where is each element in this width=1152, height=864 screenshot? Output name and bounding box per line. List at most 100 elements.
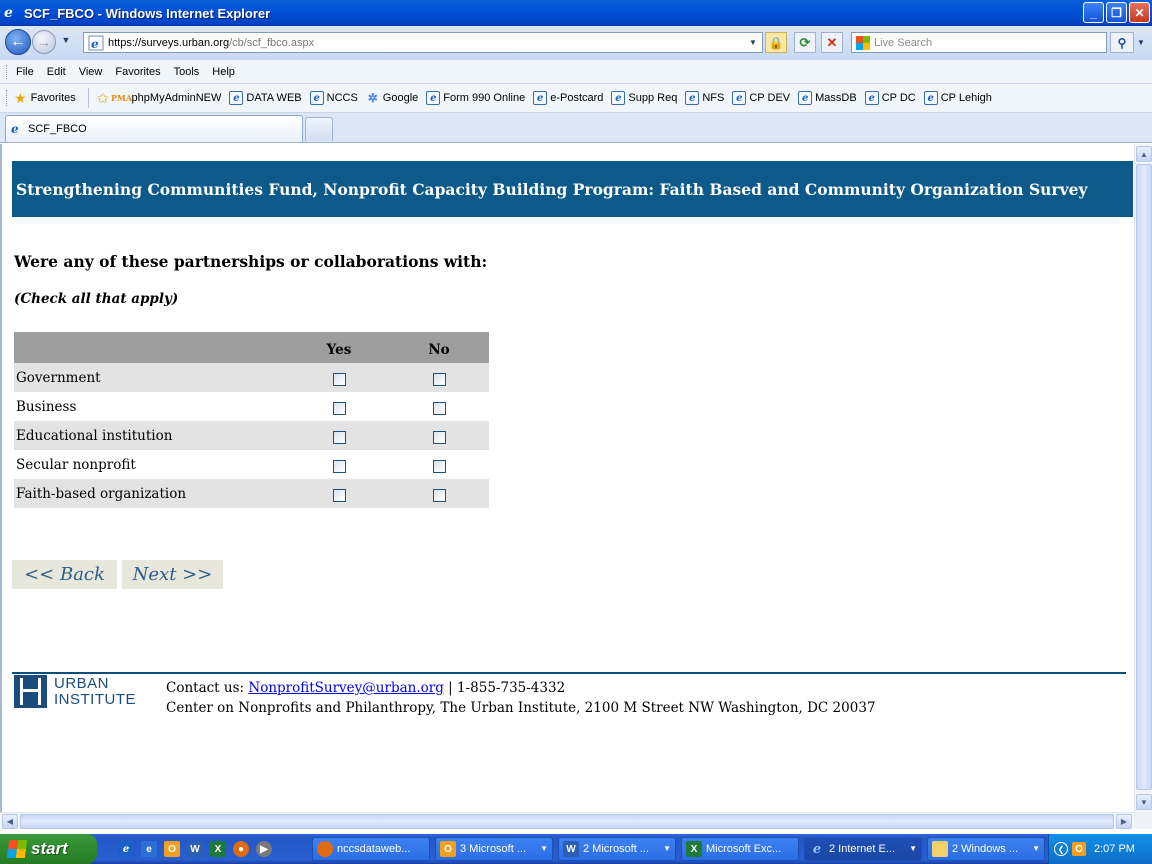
lock-icon[interactable]: 🔒 — [765, 32, 787, 53]
new-tab-button[interactable] — [305, 117, 333, 141]
ie-page-icon: e — [732, 91, 747, 105]
scroll-right-icon[interactable]: ▶ — [1116, 814, 1132, 829]
ie-page-icon: e — [309, 91, 324, 105]
checkbox-educational-no[interactable] — [432, 430, 446, 444]
column-header-no: No — [389, 332, 489, 363]
arrow-right-icon: → — [37, 34, 51, 50]
toolbar-grip[interactable] — [6, 90, 9, 106]
row-label: Educational institution — [14, 421, 289, 450]
forward-button[interactable]: → — [32, 30, 56, 54]
maximize-button[interactable]: ❐ — [1106, 2, 1127, 23]
word-icon: W — [563, 841, 579, 857]
quicklaunch-ie-icon[interactable]: e — [118, 841, 134, 857]
toolbar-grip[interactable] — [6, 64, 9, 79]
google-icon: ✲ — [367, 91, 378, 105]
urban-institute-logo: URBAN INSTITUTE — [54, 675, 136, 708]
search-options-dropdown[interactable]: ▼ — [1135, 32, 1147, 53]
table-row: Faith-based organization — [14, 479, 489, 508]
add-to-favorites-icon[interactable]: ✩ — [97, 90, 109, 107]
fav-link-massdb[interactable]: e MassDB — [798, 91, 857, 105]
search-input[interactable]: Live Search — [851, 32, 1107, 53]
ie-icon: e — [11, 122, 19, 136]
menu-view[interactable]: View — [79, 66, 103, 78]
url-text[interactable]: https://surveys.urban.org/cb/scf_fbco.as… — [108, 37, 314, 49]
taskbar-item-internet-explorer[interactable]: e 2 Internet E... ▼ — [804, 837, 922, 861]
tab-scf-fbco[interactable]: e SCF_FBCO — [5, 115, 303, 142]
quicklaunch-word-icon[interactable]: W — [187, 841, 203, 857]
row-label: Faith-based organization — [14, 479, 289, 508]
fav-link-nfs[interactable]: e NFS — [685, 91, 724, 105]
address-bar[interactable]: e https://surveys.urban.org/cb/scf_fbco.… — [83, 32, 763, 53]
ie-page-icon: e — [229, 91, 244, 105]
quicklaunch-outlook-icon[interactable]: O — [164, 841, 180, 857]
horizontal-scroll-thumb[interactable] — [20, 814, 1114, 829]
menu-help[interactable]: Help — [212, 66, 235, 78]
footer-contact: Contact us: NonprofitSurvey@urban.org | … — [166, 680, 876, 716]
menu-tools[interactable]: Tools — [174, 66, 200, 78]
vertical-scrollbar[interactable]: ▲ ▼ — [1134, 144, 1152, 812]
quicklaunch-ie-alt-icon[interactable]: e — [141, 841, 157, 857]
url-dropdown-icon[interactable]: ▼ — [746, 35, 760, 50]
scroll-up-icon[interactable]: ▲ — [1136, 146, 1152, 162]
ie-page-icon: e — [88, 35, 104, 51]
checkbox-business-yes[interactable] — [332, 401, 346, 415]
menu-file[interactable]: File — [16, 66, 34, 78]
tab-bar: e SCF_FBCO — [0, 113, 1152, 143]
quicklaunch-firefox-icon[interactable]: ● — [233, 841, 249, 857]
minimize-button[interactable]: _ — [1083, 2, 1104, 23]
checkbox-government-no[interactable] — [432, 372, 446, 386]
checkbox-secular-yes[interactable] — [332, 459, 346, 473]
recent-pages-dropdown[interactable]: ▼ — [60, 35, 72, 47]
table-row: Business — [14, 392, 489, 421]
checkbox-faith-based-yes[interactable] — [332, 488, 346, 502]
close-button[interactable]: ✕ — [1129, 2, 1150, 23]
fav-link-nccs[interactable]: e NCCS — [309, 91, 358, 105]
fav-link-e-postcard[interactable]: e e-Postcard — [533, 91, 603, 105]
back-button[interactable]: ← — [5, 29, 31, 55]
show-hidden-icons-icon[interactable]: ❮ — [1054, 842, 1068, 856]
menu-bar: File Edit View Favorites Tools Help — [0, 60, 1152, 84]
windows-flag-icon — [6, 840, 28, 858]
checkbox-business-no[interactable] — [432, 401, 446, 415]
taskbar-item-outlook[interactable]: O 3 Microsoft ... ▼ — [435, 837, 553, 861]
checkbox-faith-based-no[interactable] — [432, 488, 446, 502]
tray-office-icon[interactable]: O — [1072, 842, 1086, 856]
start-button[interactable]: start — [0, 834, 97, 864]
chevron-down-icon: ▼ — [663, 844, 671, 853]
contact-phone: 1-855-735-4332 — [457, 680, 566, 696]
checkbox-educational-yes[interactable] — [332, 430, 346, 444]
quicklaunch-excel-icon[interactable]: X — [210, 841, 226, 857]
favorites-button[interactable]: ★ Favorites — [14, 90, 76, 107]
fav-link-cp-dc[interactable]: e CP DC — [864, 91, 916, 105]
quicklaunch-media-icon[interactable]: ▶ — [256, 841, 272, 857]
taskbar-item-windows-explorer[interactable]: 2 Windows ... ▼ — [927, 837, 1045, 861]
next-button[interactable]: Next >> — [122, 560, 223, 589]
horizontal-scrollbar[interactable]: ◀ ▶ — [0, 812, 1134, 829]
taskbar-item-excel[interactable]: X Microsoft Exc... — [681, 837, 799, 861]
row-label: Secular nonprofit — [16, 456, 136, 473]
stop-button[interactable]: ✕ — [821, 32, 843, 53]
fav-link-form-990[interactable]: e Form 990 Online — [426, 91, 525, 105]
fav-link-supp-req[interactable]: e Supp Req — [611, 91, 677, 105]
checkbox-secular-no[interactable] — [432, 459, 446, 473]
fav-link-cp-lehigh[interactable]: e CP Lehigh — [923, 91, 992, 105]
checkbox-government-yes[interactable] — [332, 372, 346, 386]
vertical-scroll-thumb[interactable] — [1136, 164, 1152, 790]
menu-favorites[interactable]: Favorites — [115, 66, 160, 78]
fav-link-google[interactable]: ✲ Google — [366, 91, 419, 105]
fav-link-data-web[interactable]: e DATA WEB — [229, 91, 302, 105]
search-placeholder: Live Search — [874, 36, 933, 49]
search-button[interactable]: ⚲ — [1110, 32, 1134, 53]
refresh-button[interactable]: ⟳ — [794, 32, 816, 53]
table-row: Educational institution — [14, 421, 489, 450]
back-button[interactable]: << Back — [12, 560, 117, 589]
contact-email-link[interactable]: NonprofitSurvey@urban.org — [248, 680, 443, 696]
scroll-down-icon[interactable]: ▼ — [1136, 794, 1152, 810]
refresh-icon: ⟳ — [799, 34, 811, 50]
taskbar-item-word[interactable]: W 2 Microsoft ... ▼ — [558, 837, 676, 861]
taskbar-item-firefox[interactable]: nccsdataweb... — [312, 837, 430, 861]
scroll-left-icon[interactable]: ◀ — [2, 814, 18, 829]
fav-link-cp-dev[interactable]: e CP DEV — [732, 91, 790, 105]
menu-edit[interactable]: Edit — [47, 66, 66, 78]
fav-link-phpmyadmin[interactable]: PMA phpMyAdminNEW — [111, 91, 221, 105]
